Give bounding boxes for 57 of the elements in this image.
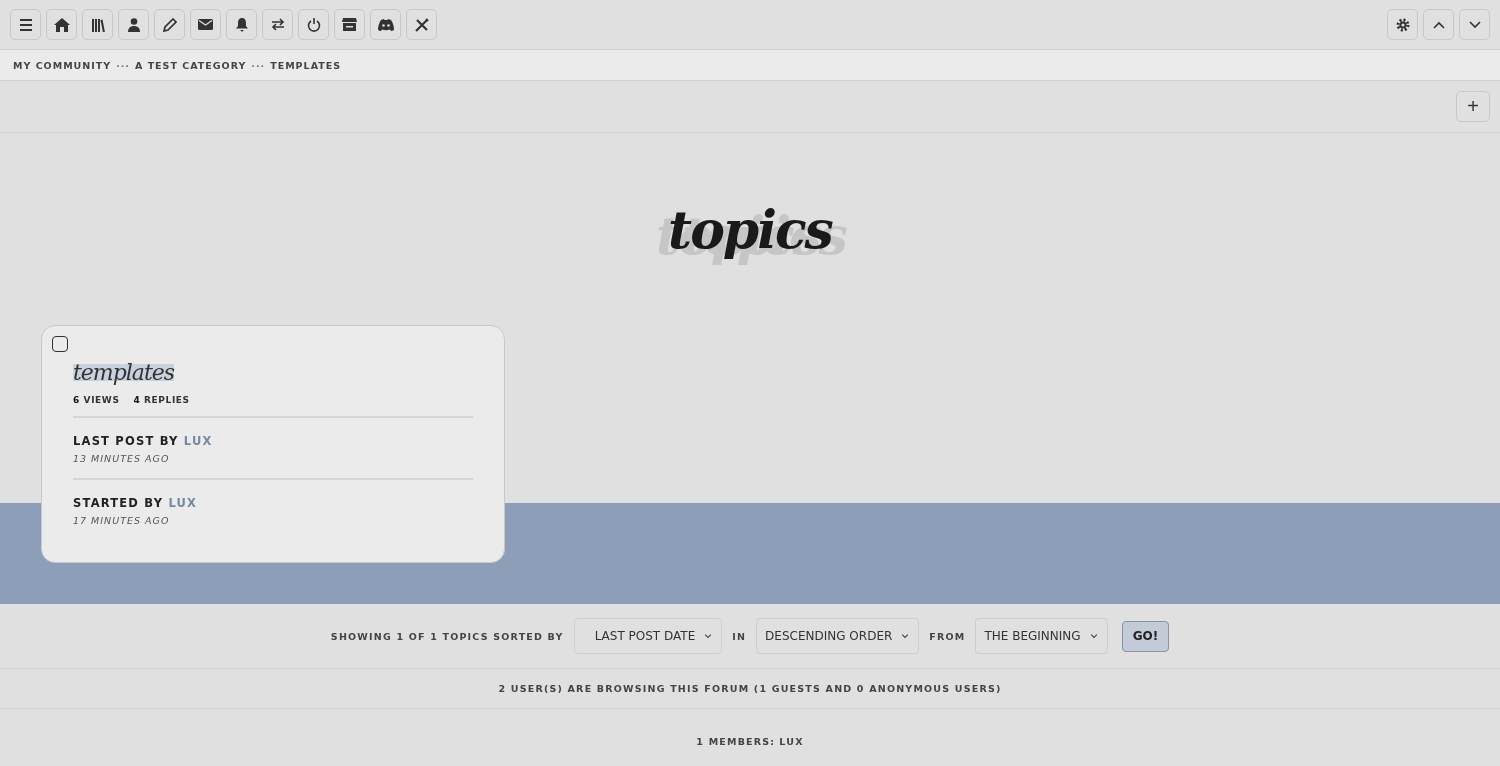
- chevron-up-icon: [1432, 20, 1445, 29]
- topic-checkbox[interactable]: [52, 336, 68, 352]
- sort-by-dropdown[interactable]: LAST POST DATE: [573, 618, 723, 654]
- started-time: 17 MINUTES AGO: [73, 515, 171, 526]
- from-label: FROM: [929, 630, 966, 642]
- messages-button[interactable]: [190, 9, 221, 40]
- menu-button[interactable]: [10, 9, 41, 40]
- house-icon: [53, 17, 70, 32]
- chevron-down-icon: [1088, 631, 1099, 641]
- members-label: 1 MEMBERS:: [696, 735, 776, 747]
- home-button[interactable]: [46, 9, 77, 40]
- new-topic-button[interactable]: +: [1456, 91, 1490, 122]
- breadcrumb-link[interactable]: MY COMMUNITY: [13, 59, 112, 71]
- in-label: IN: [732, 630, 747, 642]
- last-post-label: LAST POST BY: [73, 434, 179, 448]
- pencil-icon: [162, 17, 177, 32]
- person-icon: [127, 17, 140, 32]
- bell-icon: [235, 17, 248, 32]
- page-heading: topics: [668, 198, 832, 260]
- from-dropdown[interactable]: THE BEGINNING: [975, 618, 1108, 654]
- settings-icon: [1395, 17, 1410, 32]
- browsing-text: 2 USER(S) ARE BROWSING THIS FORUM (1 GUESTS AND 0 ANONYMOUS USERS): [498, 683, 1002, 694]
- shop-button[interactable]: [334, 9, 365, 40]
- chevron-down-icon: [900, 631, 911, 641]
- breadcrumb-separator: ···: [251, 59, 266, 71]
- breadcrumb-separator: ···: [116, 59, 130, 71]
- discord-button[interactable]: [370, 9, 401, 40]
- breadcrumb-link[interactable]: TEMPLATES: [270, 59, 342, 71]
- breadcrumb-link[interactable]: A TEST CATEGORY: [135, 59, 247, 71]
- views-count: 6 VIEWS: [73, 395, 120, 405]
- profile-button[interactable]: [118, 9, 149, 40]
- go-button[interactable]: GO!: [1121, 620, 1170, 652]
- store-icon: [342, 18, 357, 31]
- books-icon: [90, 17, 105, 32]
- chevron-down-icon: [703, 631, 714, 641]
- edit-button[interactable]: [154, 9, 185, 40]
- notifications-button[interactable]: [226, 9, 257, 40]
- showing-text: SHOWING 1 OF 1 TOPICS SORTED BY: [330, 630, 564, 642]
- game-controller-icon: [377, 18, 394, 31]
- swap-arrows-icon: [270, 18, 285, 31]
- topic-title-link[interactable]: templates: [73, 360, 175, 385]
- replies-count: 4 REPLIES: [133, 395, 190, 405]
- last-post-time: 13 MINUTES AGO: [73, 453, 171, 464]
- started-by-label: STARTED BY: [73, 496, 164, 510]
- library-button[interactable]: [82, 9, 113, 40]
- settings-button[interactable]: [1387, 9, 1418, 40]
- member-link[interactable]: LUX: [779, 735, 804, 747]
- scroll-down-button[interactable]: [1459, 9, 1490, 40]
- logout-button[interactable]: [298, 9, 329, 40]
- swap-button[interactable]: [262, 9, 293, 40]
- chevron-down-icon: [1468, 20, 1481, 29]
- envelope-icon: [198, 19, 213, 30]
- order-dropdown[interactable]: DESCENDING ORDER: [756, 618, 920, 654]
- scroll-up-button[interactable]: [1423, 9, 1454, 40]
- tools-button[interactable]: [406, 9, 437, 40]
- menu-icon: [18, 18, 33, 31]
- power-icon: [306, 17, 321, 32]
